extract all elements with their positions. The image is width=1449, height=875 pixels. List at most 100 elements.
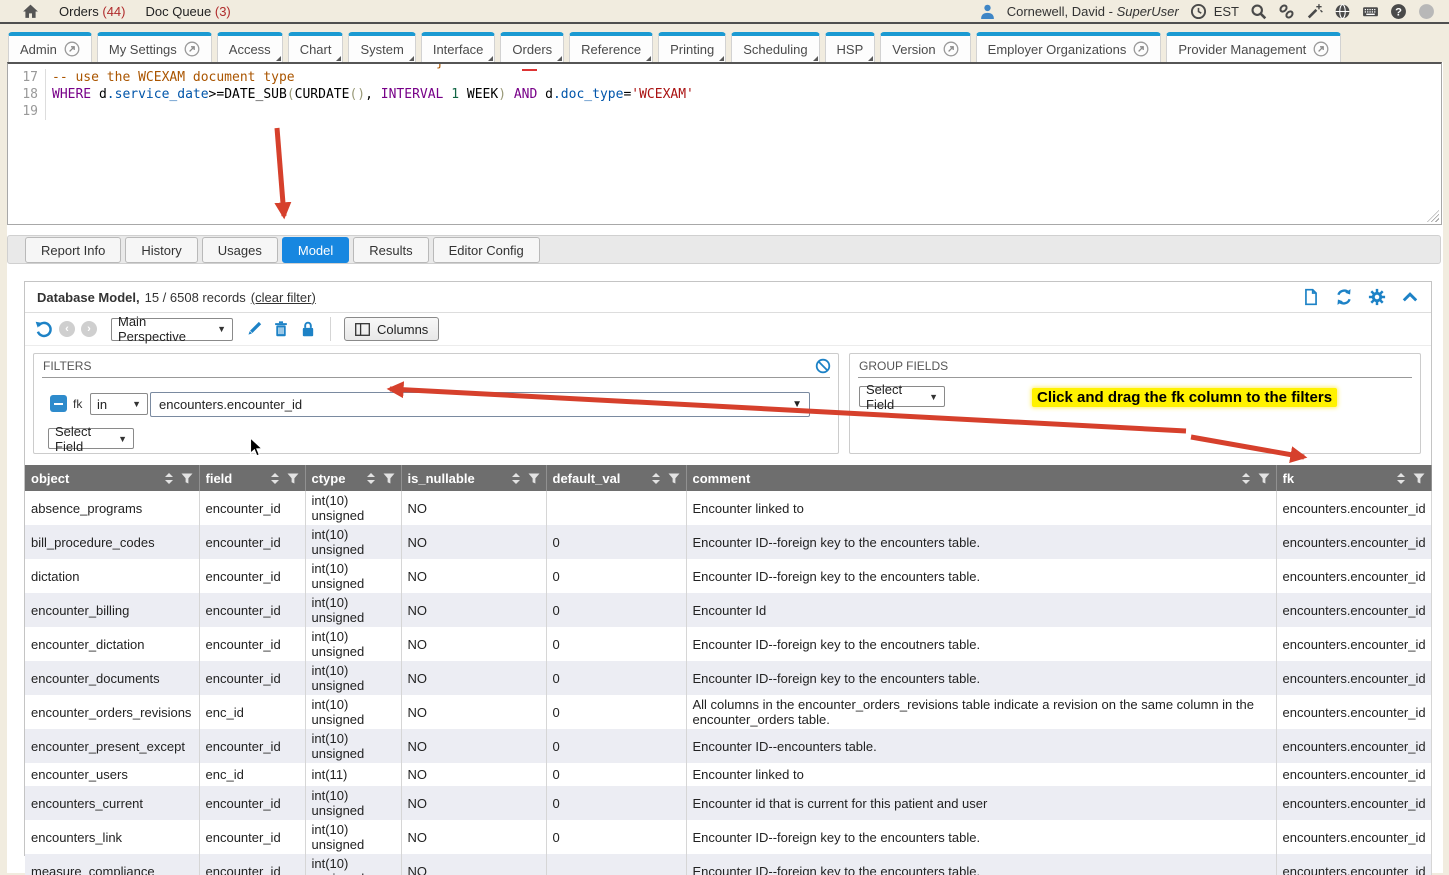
filter-icon[interactable] <box>383 473 395 484</box>
cell-fk[interactable]: encounters.encounter_id <box>1276 525 1431 559</box>
search-icon[interactable] <box>1250 3 1267 20</box>
collapse-panel-icon[interactable] <box>1401 288 1419 306</box>
table-row[interactable]: measure_complianceencounter_idint(10) un… <box>25 854 1431 875</box>
nav-tab-system[interactable]: System <box>348 32 415 62</box>
nav-tab-employer-organizations[interactable]: Employer Organizations <box>976 32 1162 62</box>
column-header-fk[interactable]: fk <box>1276 465 1431 491</box>
table-row[interactable]: encounters_currentencounter_idint(10) un… <box>25 786 1431 820</box>
sort-icon[interactable] <box>511 473 521 484</box>
filters-select-field[interactable]: Select Field ▼ <box>48 428 134 449</box>
column-header-is-nullable[interactable]: is_nullable <box>401 465 546 491</box>
next-perspective-button[interactable]: › <box>81 321 97 337</box>
filter-icon[interactable] <box>181 473 193 484</box>
clock-icon[interactable] <box>1190 3 1207 20</box>
clear-filter-link[interactable]: (clear filter) <box>251 290 316 305</box>
delete-perspective-icon[interactable] <box>272 320 290 338</box>
column-header-field[interactable]: field <box>199 465 305 491</box>
nav-tab-chart[interactable]: Chart <box>288 32 344 62</box>
help-icon[interactable]: ? <box>1390 3 1407 20</box>
cell-fk[interactable]: encounters.encounter_id <box>1276 491 1431 525</box>
table-row[interactable]: absence_programsencounter_idint(10) unsi… <box>25 491 1431 525</box>
nav-tab-scheduling[interactable]: Scheduling <box>731 32 819 62</box>
home-icon[interactable] <box>22 3 39 20</box>
cell-fk[interactable]: encounters.encounter_id <box>1276 661 1431 695</box>
cell-fk[interactable]: encounters.encounter_id <box>1276 559 1431 593</box>
filter-value-input[interactable]: encounters.encounter_id ▼ <box>150 392 810 417</box>
new-report-icon[interactable] <box>1302 288 1320 306</box>
popout-icon[interactable] <box>943 41 959 57</box>
nav-tab-reference[interactable]: Reference <box>569 32 653 62</box>
lock-perspective-icon[interactable] <box>299 320 317 338</box>
nav-tab-orders[interactable]: Orders <box>500 32 564 62</box>
prev-perspective-button[interactable]: ‹ <box>59 321 75 337</box>
tab-usages[interactable]: Usages <box>202 237 278 263</box>
gear-icon[interactable] <box>1368 288 1386 306</box>
nav-tab-access[interactable]: Access <box>217 32 283 62</box>
nav-tab-hsp[interactable]: HSP <box>825 32 876 62</box>
table-row[interactable]: encounter_orders_revisionsenc_idint(10) … <box>25 695 1431 729</box>
popout-icon[interactable] <box>1313 41 1329 57</box>
tab-history[interactable]: History <box>125 237 197 263</box>
remove-filter-button[interactable] <box>50 395 67 412</box>
filter-icon[interactable] <box>1413 473 1425 484</box>
sql-editor[interactable]: } 17-- use the WCEXAM document type18WHE… <box>7 62 1442 225</box>
dropdown-caret-icon[interactable]: ▼ <box>792 399 802 410</box>
columns-button[interactable]: Columns <box>344 317 439 341</box>
editor-resize-handle[interactable] <box>1427 210 1439 222</box>
cell-fk[interactable]: encounters.encounter_id <box>1276 763 1431 786</box>
popout-icon[interactable] <box>184 41 200 57</box>
cell-fk[interactable]: encounters.encounter_id <box>1276 627 1431 661</box>
tab-model[interactable]: Model <box>282 237 349 263</box>
table-row[interactable]: encounter_present_exceptencounter_idint(… <box>25 729 1431 763</box>
nav-tab-interface[interactable]: Interface <box>421 32 496 62</box>
group-select-field[interactable]: Select Field ▼ <box>859 386 945 407</box>
topbar-link-doc-queue[interactable]: Doc Queue (3) <box>145 4 230 19</box>
keyboard-icon[interactable] <box>1362 3 1379 20</box>
table-row[interactable]: encounters_linkencounter_idint(10) unsig… <box>25 820 1431 854</box>
column-header-comment[interactable]: comment <box>686 465 1276 491</box>
table-row[interactable]: encounter_dictationencounter_idint(10) u… <box>25 627 1431 661</box>
table-row[interactable]: bill_procedure_codesencounter_idint(10) … <box>25 525 1431 559</box>
table-row[interactable]: encounter_billingencounter_idint(10) uns… <box>25 593 1431 627</box>
filter-icon[interactable] <box>1258 473 1270 484</box>
sort-icon[interactable] <box>164 473 174 484</box>
wand-icon[interactable] <box>1306 3 1323 20</box>
sort-icon[interactable] <box>651 473 661 484</box>
nav-tab-printing[interactable]: Printing <box>658 32 726 62</box>
sort-icon[interactable] <box>1396 473 1406 484</box>
filter-icon[interactable] <box>528 473 540 484</box>
tab-results[interactable]: Results <box>353 237 428 263</box>
cell-fk[interactable]: encounters.encounter_id <box>1276 786 1431 820</box>
cell-fk[interactable]: encounters.encounter_id <box>1276 820 1431 854</box>
globe-icon[interactable] <box>1334 3 1351 20</box>
popout-icon[interactable] <box>1133 41 1149 57</box>
tab-editor-config[interactable]: Editor Config <box>433 237 540 263</box>
nav-tab-my-settings[interactable]: My Settings <box>97 32 212 62</box>
nav-tab-provider-management[interactable]: Provider Management <box>1166 32 1341 62</box>
nav-tab-version[interactable]: Version <box>880 32 970 62</box>
link-icon[interactable] <box>1278 3 1295 20</box>
cell-fk[interactable]: encounters.encounter_id <box>1276 729 1431 763</box>
cell-fk[interactable]: encounters.encounter_id <box>1276 854 1431 875</box>
perspective-select[interactable]: Main Perspective ▼ <box>111 318 233 341</box>
nav-tab-admin[interactable]: Admin <box>8 32 92 62</box>
tab-report-info[interactable]: Report Info <box>25 237 121 263</box>
table-row[interactable]: dictationencounter_idint(10) unsignedNO0… <box>25 559 1431 593</box>
edit-perspective-icon[interactable] <box>245 320 263 338</box>
filter-icon[interactable] <box>668 473 680 484</box>
sort-icon[interactable] <box>270 473 280 484</box>
popout-icon[interactable] <box>64 41 80 57</box>
cell-fk[interactable]: encounters.encounter_id <box>1276 695 1431 729</box>
table-row[interactable]: encounter_usersenc_idint(11)NO0Encounter… <box>25 763 1431 786</box>
sort-icon[interactable] <box>366 473 376 484</box>
topbar-link-orders[interactable]: Orders (44) <box>59 4 125 19</box>
sort-icon[interactable] <box>1241 473 1251 484</box>
filter-icon[interactable] <box>287 473 299 484</box>
table-row[interactable]: encounter_documentsencounter_idint(10) u… <box>25 661 1431 695</box>
editor-line[interactable]: 19 <box>8 103 1441 120</box>
column-header-ctype[interactable]: ctype <box>305 465 401 491</box>
filter-operator-select[interactable]: in ▼ <box>90 393 148 415</box>
column-header-object[interactable]: object <box>25 465 199 491</box>
column-header-default-val[interactable]: default_val <box>546 465 686 491</box>
refresh-icon[interactable] <box>1335 288 1353 306</box>
